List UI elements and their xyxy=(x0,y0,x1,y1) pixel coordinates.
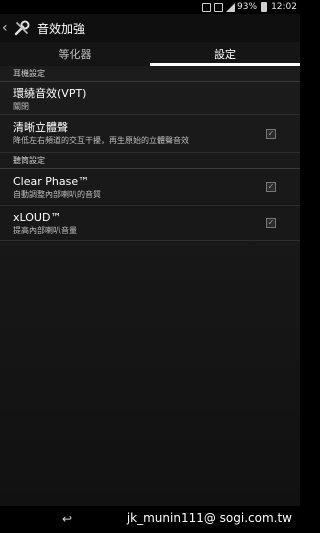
signal-icon xyxy=(226,2,236,12)
tab-equalizer[interactable]: 等化器 xyxy=(0,42,150,66)
tools-icon[interactable] xyxy=(13,19,31,37)
setting-xloud-desc: 提高內部喇叭音量 xyxy=(13,226,77,235)
wifi-icon xyxy=(214,2,224,12)
section-header-speaker: 聽筒設定 xyxy=(0,153,300,169)
setting-clear-stereo[interactable]: 清晰立體聲 降低左右頻道的交互干擾，再生原始的立體聲音效 ✓ xyxy=(0,115,300,153)
page-title: 音效加強 xyxy=(37,21,86,36)
setting-vpt-value: 關閉 xyxy=(13,102,29,111)
clear-stereo-checkbox[interactable]: ✓ xyxy=(266,128,276,139)
setting-xloud[interactable]: xLOUD™ 提高內部喇叭音量 ✓ xyxy=(0,206,300,241)
status-time: 12:02 xyxy=(271,2,297,12)
nav-back-icon[interactable]: ↩ xyxy=(62,512,72,526)
tab-bar: 等化器 設定 xyxy=(0,42,300,66)
nav-bar: ↩ jk_munin111@ sogi.com.tw xyxy=(0,506,300,533)
setting-clear-phase-desc: 自動調整內部喇叭的音質 xyxy=(13,190,101,199)
battery-percent: 93% xyxy=(237,2,258,12)
setting-xloud-title: xLOUD™ xyxy=(13,211,62,224)
tab-settings[interactable]: 設定 xyxy=(150,42,300,66)
checkmark-icon: ✓ xyxy=(267,182,275,191)
setting-vpt[interactable]: 環繞音效(VPT) 關閉 xyxy=(0,82,300,115)
setting-clear-phase-title: Clear Phase™ xyxy=(13,175,90,188)
setting-clear-stereo-title: 清晰立體聲 xyxy=(13,121,68,134)
battery-icon xyxy=(261,2,268,12)
notification-icon xyxy=(202,2,212,12)
action-bar: ‹ 音效加強 xyxy=(0,14,300,42)
clear-phase-checkbox[interactable]: ✓ xyxy=(266,182,276,192)
setting-vpt-title: 環繞音效(VPT) xyxy=(13,87,87,100)
chevron-left-icon[interactable]: ‹ xyxy=(2,21,12,35)
xloud-checkbox[interactable]: ✓ xyxy=(266,218,276,228)
settings-list: 耳機設定 環繞音效(VPT) 關閉 清晰立體聲 降低左右頻道的交互干擾，再生原始… xyxy=(0,66,300,506)
watermark: jk_munin111@ sogi.com.tw xyxy=(126,511,292,525)
status-bar: 93% 12:02 xyxy=(0,0,300,14)
checkmark-icon: ✓ xyxy=(267,128,275,138)
checkmark-icon: ✓ xyxy=(267,218,275,227)
section-header-headphones: 耳機設定 xyxy=(0,66,300,82)
setting-clear-phase[interactable]: Clear Phase™ 自動調整內部喇叭的音質 ✓ xyxy=(0,169,300,206)
setting-clear-stereo-desc: 降低左右頻道的交互干擾，再生原始的立體聲音效 xyxy=(13,136,189,145)
